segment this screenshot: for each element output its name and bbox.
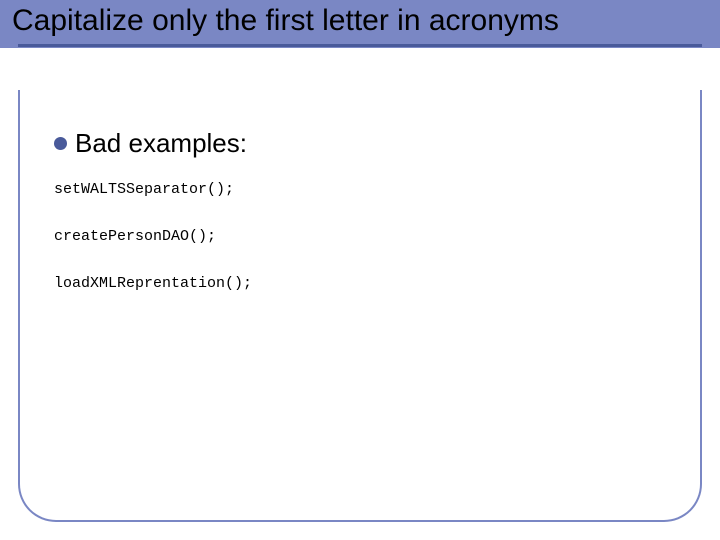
slide-header: Capitalize only the first letter in acro… [0,0,720,48]
code-line: createPersonDAO(); [54,228,680,245]
code-line: setWALTSSeparator(); [54,181,680,198]
bullet-row: Bad examples: [54,128,680,159]
title-underline [18,44,702,47]
title-underline-container [0,48,720,52]
slide-title: Capitalize only the first letter in acro… [12,2,708,40]
bullet-label: Bad examples: [75,128,247,159]
content-box: Bad examples: setWALTSSeparator(); creat… [18,90,702,522]
bullet-icon [54,137,67,150]
code-line: loadXMLReprentation(); [54,275,680,292]
